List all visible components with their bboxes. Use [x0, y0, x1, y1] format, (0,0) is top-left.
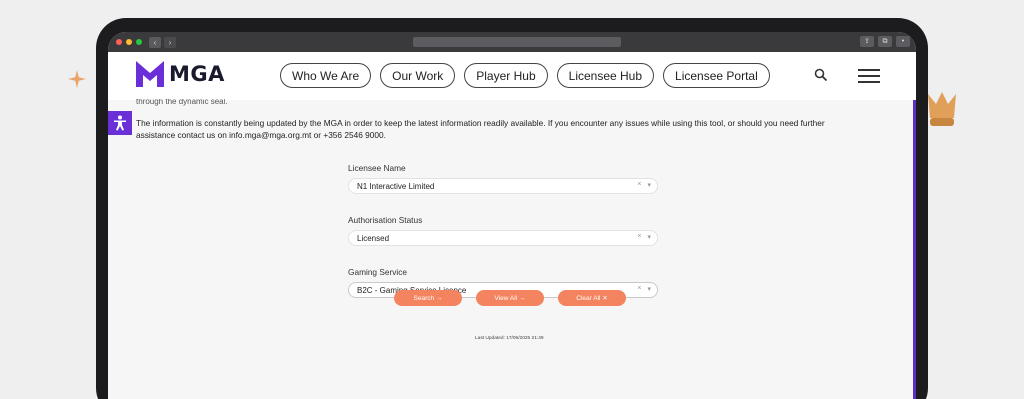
browser-window: ‹ › ⇪ ⧉ • MGA Who We Are Our Work Player…: [108, 32, 916, 399]
search-button[interactable]: Search →: [394, 290, 462, 306]
back-button[interactable]: ‹: [149, 36, 161, 48]
minimize-window-button[interactable]: [126, 39, 132, 45]
close-window-button[interactable]: [116, 39, 122, 45]
hamburger-menu-icon[interactable]: [858, 69, 880, 87]
forward-button[interactable]: ›: [164, 36, 176, 48]
authorisation-status-select[interactable]: Licensed × ▾: [348, 230, 658, 246]
mga-logo[interactable]: MGA: [136, 61, 225, 87]
nav-player-hub[interactable]: Player Hub: [464, 63, 548, 88]
share-icon[interactable]: ⇪: [860, 36, 874, 47]
gaming-service-label: Gaming Service: [348, 267, 408, 277]
licensee-name-value: N1 Interactive Limited: [357, 181, 435, 191]
licensee-name-label: Licensee Name: [348, 163, 406, 173]
nav-our-work[interactable]: Our Work: [380, 63, 456, 88]
chevron-down-icon[interactable]: ▾: [647, 285, 651, 293]
clear-icon[interactable]: ×: [637, 181, 641, 189]
crown-decoration-icon: [928, 92, 956, 126]
info-paragraph: The information is constantly being upda…: [136, 118, 825, 140]
authorisation-status-value: Licensed: [357, 233, 390, 243]
address-bar[interactable]: [413, 37, 621, 47]
tabs-icon[interactable]: ⧉: [878, 36, 892, 47]
seal-text: through the dynamic seal.: [136, 99, 228, 106]
mga-logo-icon: [136, 61, 164, 87]
accessibility-button[interactable]: [108, 111, 132, 135]
site-header: MGA Who We Are Our Work Player Hub Licen…: [108, 52, 916, 100]
form-actions: Search → View All → Clear All ✕: [394, 290, 626, 306]
main-nav: Who We Are Our Work Player Hub Licensee …: [280, 63, 779, 88]
search-icon[interactable]: [814, 68, 828, 82]
last-updated: Last Updated: 17/06/2025 21:49: [475, 336, 544, 341]
nav-licensee-hub[interactable]: Licensee Hub: [556, 63, 655, 88]
chevron-down-icon[interactable]: ▾: [647, 181, 651, 189]
accessibility-icon: [114, 115, 126, 131]
maximize-window-button[interactable]: [136, 39, 142, 45]
sparkle-icon: [68, 70, 86, 88]
licensee-name-select[interactable]: N1 Interactive Limited × ▾: [348, 178, 658, 194]
clear-icon[interactable]: ×: [637, 233, 641, 241]
view-all-button[interactable]: View All →: [476, 290, 544, 306]
authorisation-status-label: Authorisation Status: [348, 215, 423, 225]
chevron-down-icon[interactable]: ▾: [647, 233, 651, 241]
browser-toolbar: ‹ › ⇪ ⧉ •: [108, 32, 916, 52]
nav-who-we-are[interactable]: Who We Are: [280, 63, 372, 88]
browser-menu-icon[interactable]: •: [896, 36, 910, 47]
nav-licensee-portal[interactable]: Licensee Portal: [663, 63, 770, 88]
scrollbar[interactable]: [913, 100, 916, 399]
laptop-frame: ‹ › ⇪ ⧉ • MGA Who We Are Our Work Player…: [96, 18, 928, 399]
clear-icon[interactable]: ×: [637, 285, 641, 293]
logo-text: MGA: [169, 62, 225, 86]
clear-all-button[interactable]: Clear All ✕: [558, 290, 626, 306]
page-content: through the dynamic seal. The informatio…: [108, 99, 916, 399]
